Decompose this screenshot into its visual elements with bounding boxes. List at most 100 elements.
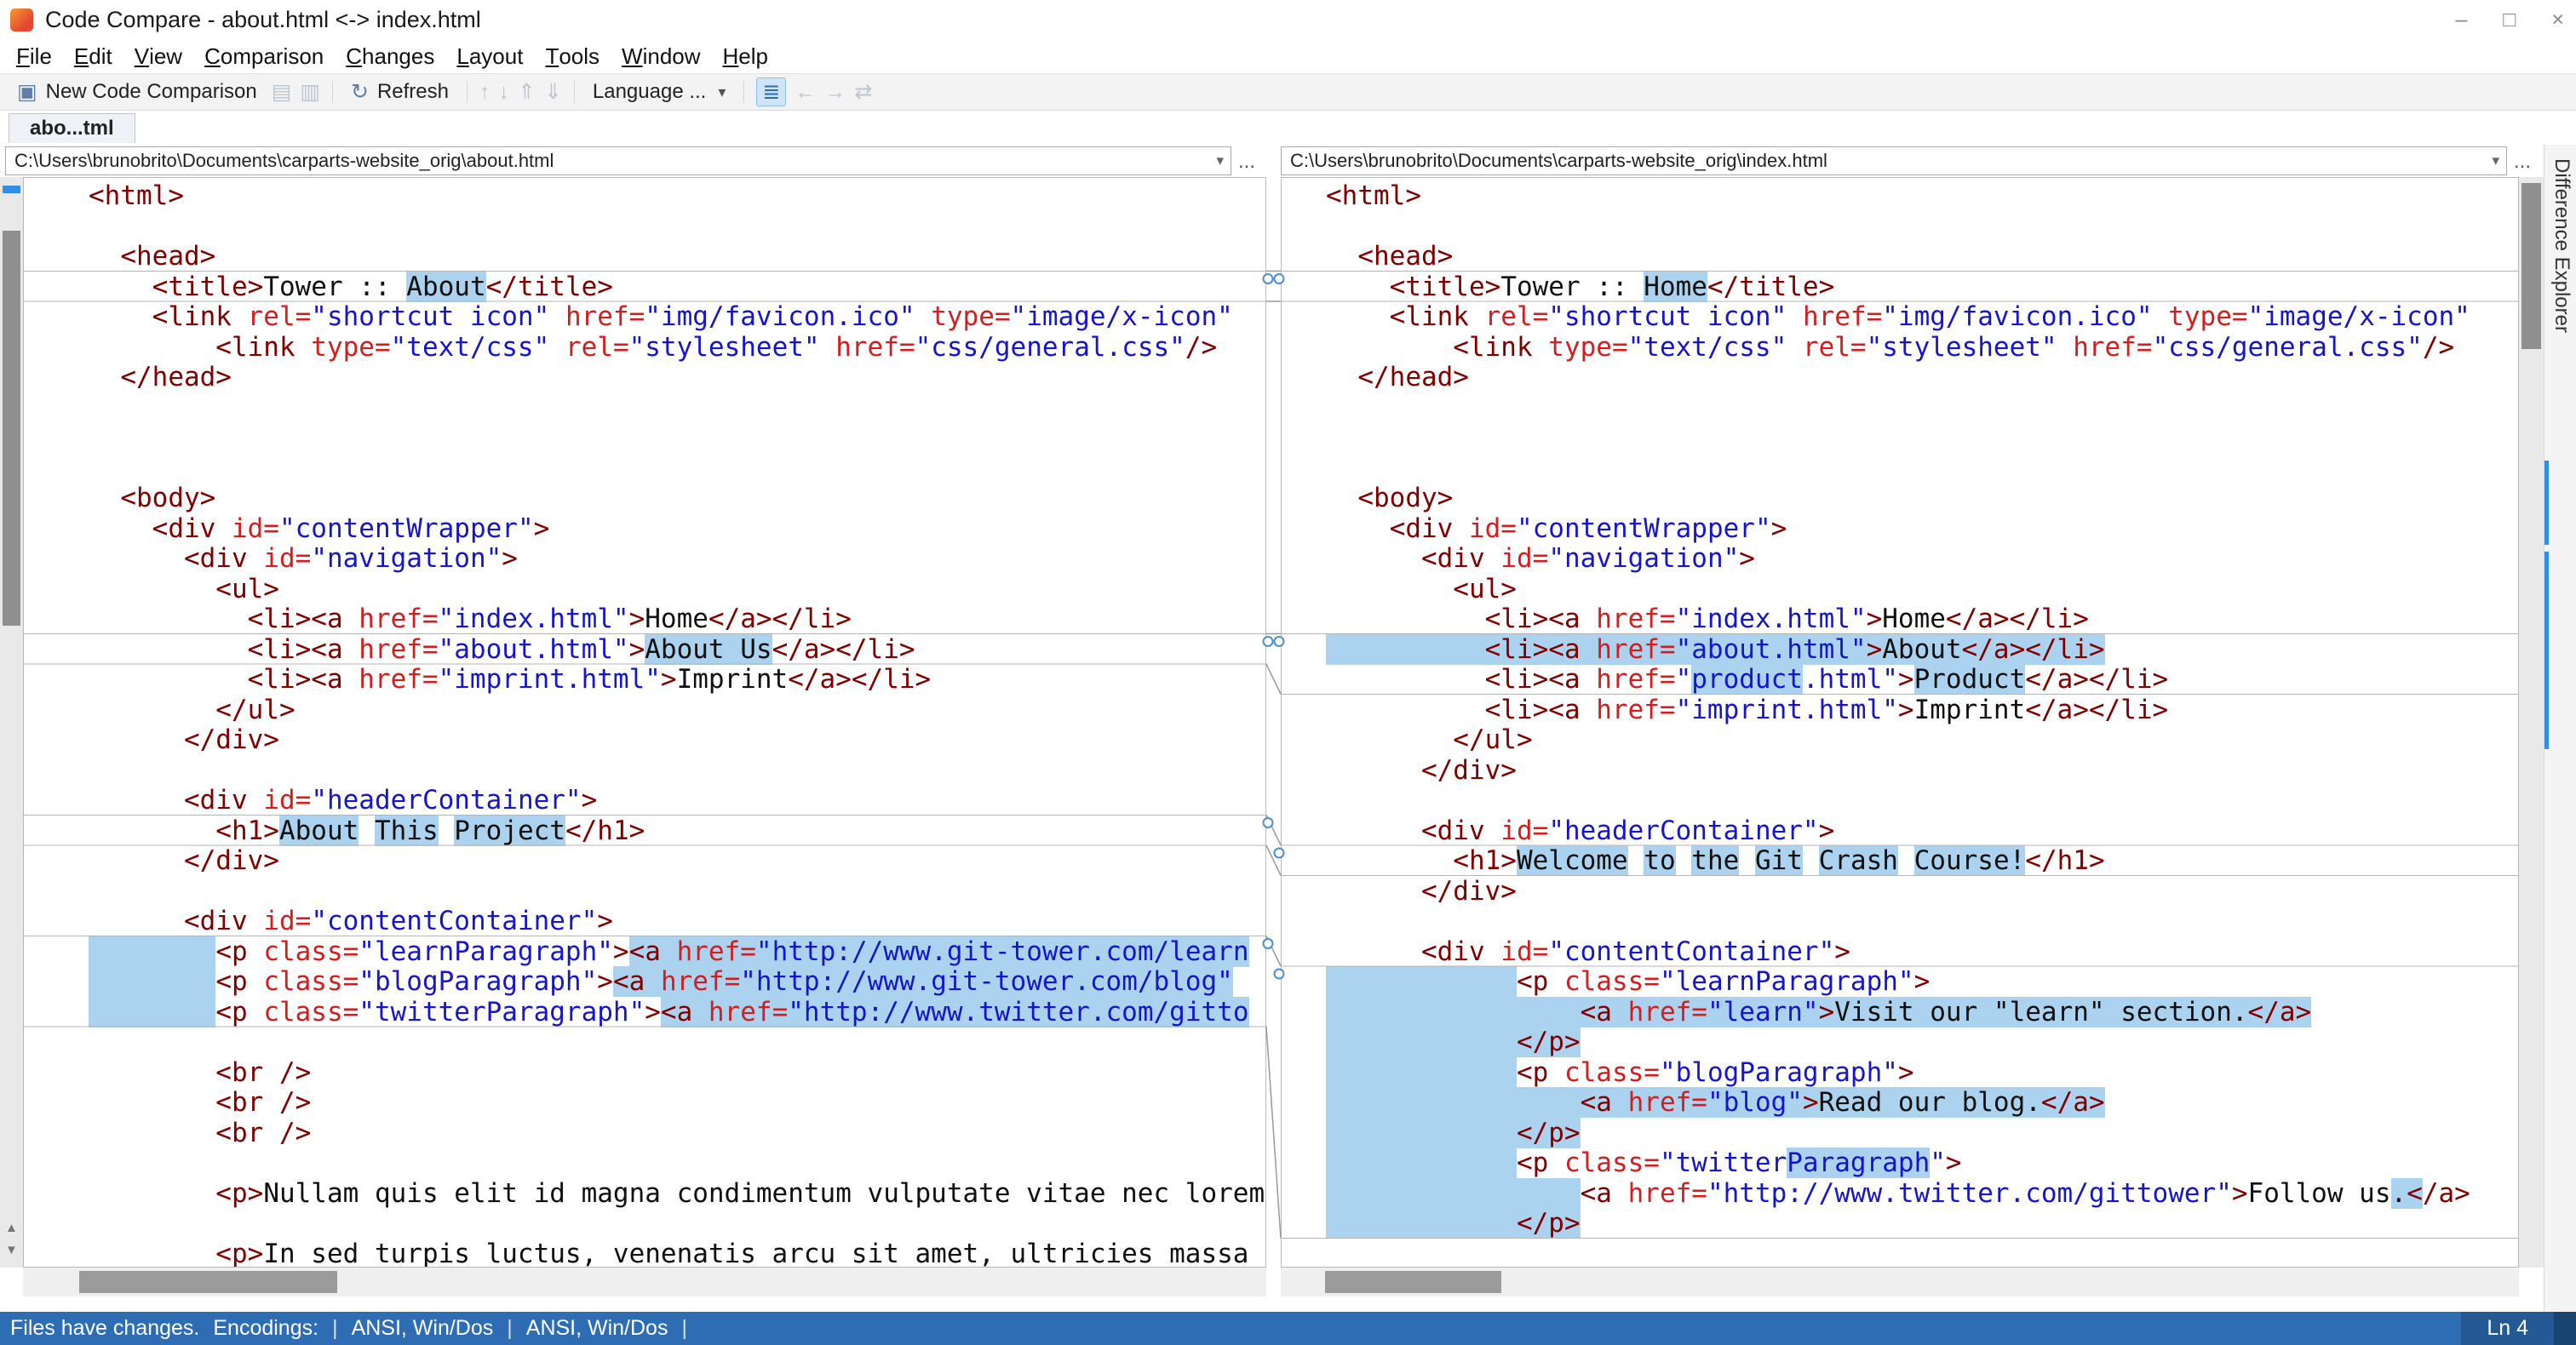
code-line[interactable]: <br /> [89, 1057, 1265, 1089]
code-line[interactable]: </div> [89, 845, 1265, 877]
right-browse-button[interactable]: ... [2514, 150, 2531, 174]
code-line[interactable]: <li><a href="index.html">Home</a></li> [89, 604, 1265, 635]
code-line[interactable]: <li><a href="product.html">Product</a></… [1326, 664, 2518, 695]
code-line[interactable]: <br /> [89, 1087, 1265, 1119]
chevron-down-icon[interactable]: ▾ [2492, 152, 2499, 169]
code-line[interactable]: <li><a href="about.html">About</a></li> [1326, 633, 2518, 666]
code-line[interactable]: <title>Tower :: About</title> [89, 271, 1265, 303]
menu-item-comparison[interactable]: Comparison [193, 39, 335, 73]
menu-item-help[interactable]: Help [712, 39, 779, 73]
code-line[interactable]: <div id="contentContainer"> [89, 906, 1265, 937]
difference-explorer-tab[interactable]: Difference Explorer [2544, 145, 2576, 1312]
code-line[interactable]: <div id="contentContainer"> [1326, 936, 2518, 968]
code-line[interactable]: <h1>About This Project</h1> [89, 815, 1265, 847]
code-line[interactable]: </p> [1326, 1027, 2518, 1058]
menu-item-edit[interactable]: Edit [63, 39, 123, 73]
code-line[interactable]: <link type="text/css" rel="stylesheet" h… [89, 332, 1265, 363]
code-line[interactable] [89, 423, 1265, 454]
arrow-double-up-icon[interactable]: ⇑ [518, 79, 536, 105]
code-line[interactable]: </ul> [1326, 724, 2518, 756]
language-dropdown[interactable]: Language ... ▾ [582, 76, 737, 108]
code-line[interactable] [1326, 423, 2518, 454]
maximize-button[interactable]: □ [2503, 8, 2516, 32]
code-line[interactable]: <link rel="shortcut icon" href="img/favi… [1326, 301, 2518, 333]
menu-item-view[interactable]: View [123, 39, 193, 73]
code-line[interactable]: <p class="blogParagraph"> [1326, 1056, 2518, 1089]
right-vertical-scrollbar[interactable] [2519, 177, 2544, 1268]
code-line[interactable] [1326, 454, 2518, 484]
structure-icon[interactable]: ≣ [756, 77, 787, 106]
code-line[interactable]: <li><a href="imprint.html">Imprint</a></… [89, 664, 1265, 695]
right-vertical-scrollbar-thumb[interactable] [2521, 183, 2541, 349]
menu-item-changes[interactable]: Changes [335, 39, 445, 73]
arrow-right-icon[interactable]: → [824, 80, 846, 105]
right-horizontal-scrollbar-thumb[interactable] [1325, 1271, 1501, 1293]
left-horizontal-scrollbar-thumb[interactable] [79, 1271, 337, 1293]
code-line[interactable] [89, 877, 1265, 907]
code-line[interactable]: <p class="twitterParagraph"> [1326, 1148, 2518, 1179]
left-browse-button[interactable]: ... [1238, 150, 1255, 174]
refresh-button[interactable]: ↻ Refresh [341, 76, 459, 108]
code-line[interactable]: <p>In sed turpis luctus, venenatis arcu … [89, 1239, 1265, 1267]
code-line[interactable]: <html> [1326, 180, 2518, 212]
left-horizontal-scrollbar[interactable] [23, 1268, 1266, 1296]
arrow-up-icon[interactable]: ↑ [479, 80, 491, 105]
code-line[interactable]: </div> [1326, 755, 2518, 787]
menu-item-layout[interactable]: Layout [445, 39, 534, 73]
code-line[interactable]: <p class="blogParagraph"><a href="http:/… [89, 966, 1265, 998]
resize-grip[interactable] [2554, 1312, 2576, 1345]
code-line[interactable]: <p class="learnParagraph"><a href="http:… [89, 936, 1265, 968]
code-line[interactable]: <li><a href="about.html">About Us</a></l… [89, 633, 1265, 666]
scroll-up-icon[interactable]: ▲ [5, 1221, 18, 1235]
right-file-path-combo[interactable]: C:\Users\brunobrito\Documents\carparts-w… [1281, 146, 2507, 175]
code-line[interactable]: <html> [89, 180, 1265, 212]
code-line[interactable] [89, 212, 1265, 243]
code-line[interactable]: <div id="contentWrapper"> [1326, 513, 2518, 545]
code-line[interactable]: <p class="learnParagraph"> [1326, 966, 2518, 998]
code-line[interactable] [89, 756, 1265, 787]
code-line[interactable]: </p> [1326, 1208, 2518, 1239]
code-line[interactable] [1326, 212, 2518, 243]
code-line[interactable] [1326, 907, 2518, 937]
code-line[interactable] [1326, 786, 2518, 816]
swap-icon[interactable]: ⇄ [854, 79, 872, 105]
tab-about-html[interactable]: abo...tml [9, 113, 135, 143]
left-vertical-scrollbar-thumb[interactable] [3, 231, 20, 626]
code-line[interactable]: <li><a href="imprint.html">Imprint</a></… [1326, 695, 2518, 726]
code-line[interactable]: <head> [89, 241, 1265, 272]
code-line[interactable]: </p> [1326, 1117, 2518, 1149]
chevron-down-icon[interactable]: ▾ [1216, 152, 1224, 169]
arrow-down-icon[interactable]: ↓ [498, 80, 509, 105]
code-line[interactable] [1326, 393, 2518, 424]
code-line[interactable]: <link type="text/css" rel="stylesheet" h… [1326, 332, 2518, 363]
save-all-icon[interactable]: ▥ [300, 79, 320, 105]
code-line[interactable]: </ul> [89, 695, 1265, 726]
menu-item-window[interactable]: Window [611, 39, 711, 73]
code-line[interactable]: <a href="blog">Read our blog.</a> [1326, 1087, 2518, 1119]
code-line[interactable]: <div id="contentWrapper"> [89, 513, 1265, 545]
code-line[interactable] [89, 1209, 1265, 1239]
code-editor-right[interactable]: <html> <head> <title>Tower :: Home</titl… [1282, 178, 2518, 1267]
code-line[interactable]: <div id="headerContainer"> [1326, 816, 2518, 847]
code-editor-left[interactable]: <html> <head> <title>Tower :: About</tit… [24, 178, 1265, 1267]
code-line[interactable]: <a href="http://www.twitter.com/gittower… [1326, 1177, 2518, 1210]
code-line[interactable]: <h1>Welcome to the Git Crash Course!</h1… [1326, 845, 2518, 877]
code-line[interactable]: <a href="learn">Visit our "learn" sectio… [1326, 996, 2518, 1028]
code-line[interactable] [89, 1148, 1265, 1179]
code-line[interactable]: </div> [89, 724, 1265, 756]
code-line[interactable]: <div id="headerContainer"> [89, 785, 1265, 816]
left-file-path-combo[interactable]: C:\Users\brunobrito\Documents\carparts-w… [5, 146, 1231, 175]
code-line[interactable]: <link rel="shortcut icon" href="img/favi… [89, 301, 1265, 333]
code-line[interactable]: </div> [1326, 876, 2518, 907]
code-line[interactable]: <ul> [89, 574, 1265, 605]
new-code-comparison-button[interactable]: ▣ New Code Comparison [7, 76, 267, 108]
code-line[interactable]: <body> [1326, 483, 2518, 514]
code-line[interactable]: <ul> [1326, 574, 2518, 605]
minimize-button[interactable]: – [2455, 8, 2467, 32]
scroll-down-icon[interactable]: ▼ [5, 1243, 18, 1257]
menu-item-file[interactable]: File [5, 39, 63, 73]
code-line[interactable]: </head> [89, 362, 1265, 393]
code-line[interactable]: <br /> [89, 1118, 1265, 1149]
code-line[interactable]: <head> [1326, 241, 2518, 272]
code-line[interactable]: <title>Tower :: Home</title> [1326, 271, 2518, 303]
